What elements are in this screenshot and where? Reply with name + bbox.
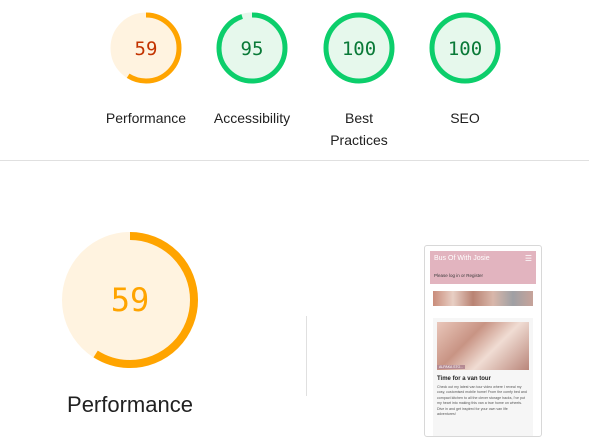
gauge-label-seo: SEO [450, 110, 480, 126]
gauge-accessibility[interactable]: 95 Accessibility [202, 0, 302, 129]
gauge-label-best-practices: Best Practices [330, 110, 388, 148]
card-title: Time for a van tour [437, 376, 491, 382]
site-title: Bus Of With Josie [434, 255, 490, 262]
best-practices-score: 100 [342, 38, 376, 60]
vertical-separator [306, 316, 307, 396]
gauge-best-practices[interactable]: 100 Best Practices [309, 0, 409, 151]
site-header: Bus Of With Josie ☰ Please log in or Reg… [430, 251, 536, 284]
performance-large-gauge-ring: 59 [62, 232, 198, 368]
accessibility-score: 95 [241, 38, 264, 60]
performance-gauge-ring: 59 [110, 12, 182, 84]
van-interior-image [437, 322, 529, 370]
image-caption: ALPAKA STO... [437, 365, 466, 369]
best-practices-gauge-ring: 100 [323, 12, 395, 84]
performance-large-gauge: 59 [60, 230, 200, 370]
seo-score: 100 [448, 38, 482, 60]
card-body-text: Check out my latest van tour video where… [437, 385, 527, 417]
hamburger-menu-icon: ☰ [524, 254, 532, 263]
video-card: ALPAKA STO... Time for a van tour Check … [433, 318, 533, 436]
gauge-label-accessibility: Accessibility [213, 110, 291, 126]
performance-large-score: 59 [111, 281, 150, 319]
banner-image [433, 291, 533, 306]
gauge-seo[interactable]: 100 SEO [415, 0, 515, 129]
final-screenshot-thumbnail[interactable]: Bus Of With Josie ☰ Please log in or Reg… [424, 245, 542, 437]
performance-score: 59 [135, 38, 158, 60]
accessibility-gauge-ring: 95 [216, 12, 288, 84]
performance-section-title: Performance [67, 392, 193, 417]
seo-gauge-ring: 100 [429, 12, 501, 84]
gauge-label-performance: Performance [105, 110, 187, 126]
login-register-text: Please log in or Register [434, 273, 484, 278]
gauge-performance[interactable]: 59 Performance [96, 0, 196, 129]
section-divider [0, 160, 589, 161]
